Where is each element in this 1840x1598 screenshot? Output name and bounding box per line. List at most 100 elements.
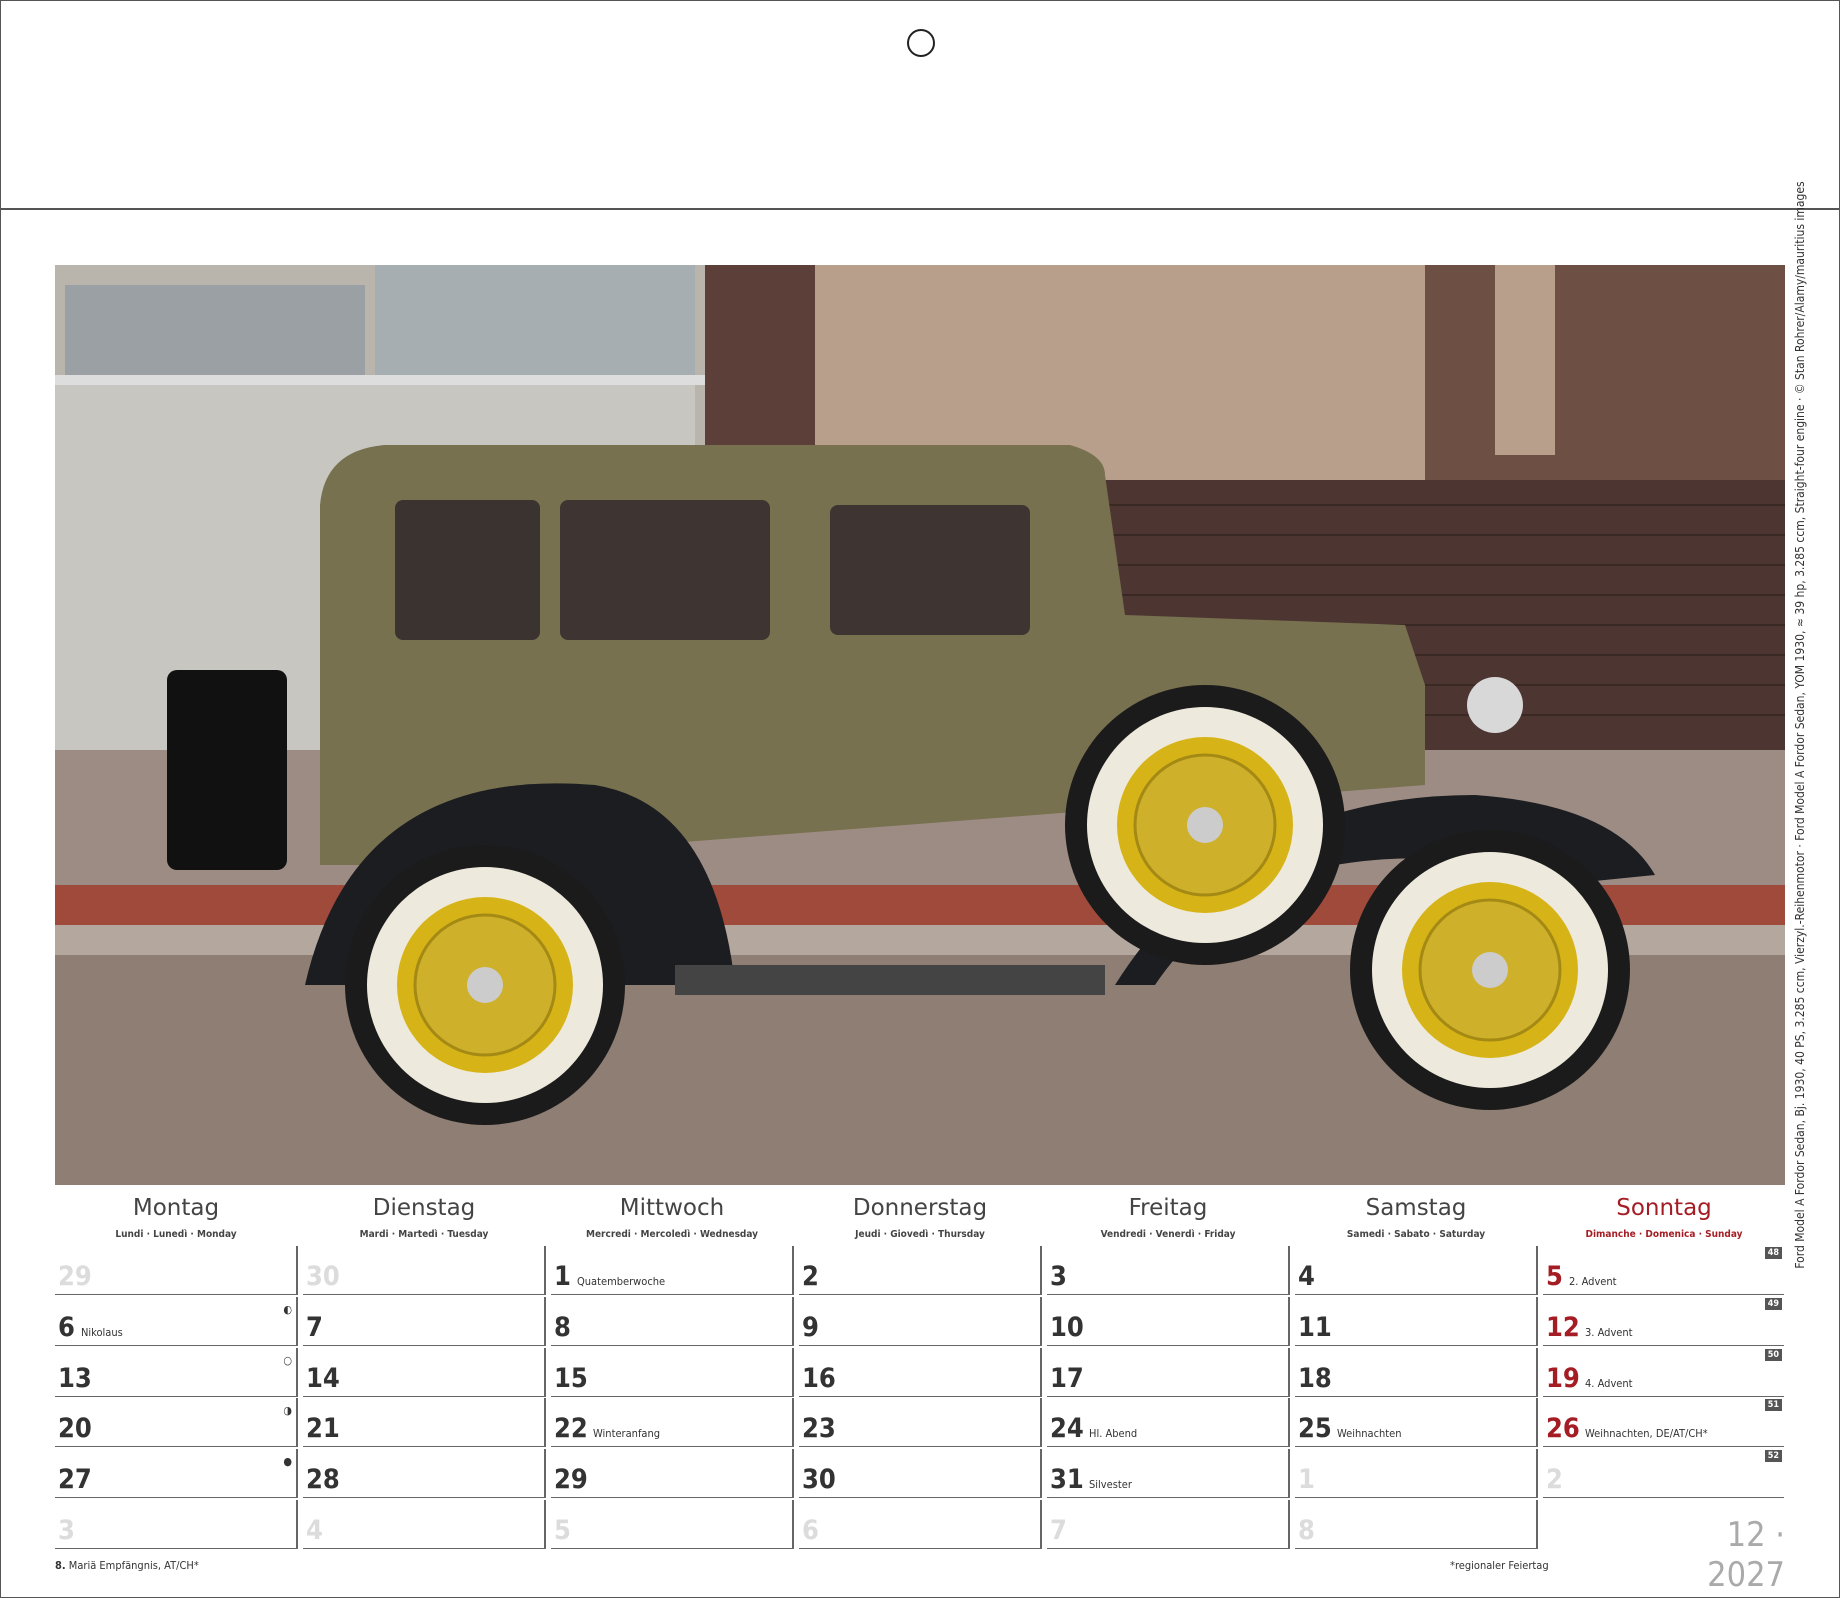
cell-divider <box>296 1297 298 1346</box>
day-cell[interactable]: 4 <box>1295 1246 1536 1295</box>
day-cell[interactable]: 24 Hl. Abend <box>1047 1398 1288 1447</box>
day-cell[interactable]: 29 <box>551 1449 792 1498</box>
weekday-name: Montag <box>132 1195 220 1221</box>
cell-divider <box>1536 1246 1538 1295</box>
day-number: 29 <box>58 1261 92 1292</box>
day-cell[interactable]: 3 <box>1047 1246 1288 1295</box>
day-cell[interactable]: 23 <box>799 1398 1040 1447</box>
day-cell[interactable]: 8 <box>1295 1500 1536 1549</box>
day-cell[interactable]: 26 Weihnachten, DE/AT/CH* 51 <box>1543 1398 1784 1447</box>
day-number: 10 <box>1050 1312 1084 1343</box>
week-number-badge: 52 <box>1764 1450 1782 1462</box>
weekday-name: Sonntag <box>1616 1195 1712 1221</box>
moon-phase-icon: ◑ <box>283 1404 292 1417</box>
cell-divider <box>1040 1246 1042 1295</box>
week-number-badge: 48 <box>1764 1247 1782 1259</box>
day-number: 11 <box>1298 1312 1332 1343</box>
moon-phase-icon: ● <box>283 1455 292 1468</box>
cell-divider <box>544 1246 546 1295</box>
day-number: 1 <box>554 1261 571 1292</box>
month-year: 12 · 2027 <box>1707 1515 1785 1595</box>
day-cell[interactable]: 31 Silvester <box>1047 1449 1288 1498</box>
day-number: 23 <box>802 1413 836 1444</box>
day-cell[interactable]: 17 <box>1047 1348 1288 1397</box>
day-cell[interactable]: 5 2. Advent 48 <box>1543 1246 1784 1295</box>
hanger-strip <box>0 0 1840 210</box>
weekday-header: Freitag Vendredi · Venerdì · Friday <box>1048 1195 1288 1240</box>
day-number: 8 <box>1298 1515 1315 1546</box>
day-cell[interactable]: 12 3. Advent 49 <box>1543 1297 1784 1346</box>
day-cell[interactable]: 16 <box>799 1348 1040 1397</box>
weekday-name: Dienstag <box>372 1195 476 1221</box>
day-cell[interactable]: 28 <box>303 1449 544 1498</box>
day-cell[interactable]: 1 Quatemberwoche <box>551 1246 792 1295</box>
week-number-badge: 49 <box>1764 1298 1782 1310</box>
day-number: 4 <box>1298 1261 1315 1292</box>
week-number-badge: 51 <box>1764 1399 1782 1411</box>
day-cell[interactable]: 20 ◑ <box>55 1398 296 1447</box>
cell-divider <box>1536 1348 1538 1397</box>
day-cell[interactable]: 3 <box>55 1500 296 1549</box>
day-cell[interactable]: 22 Winteranfang <box>551 1398 792 1447</box>
weekday-translations: Mercredi · Mercoledì · Wednesday <box>585 1229 758 1240</box>
day-cell[interactable]: 15 <box>551 1348 792 1397</box>
spare-wheel <box>1065 685 1345 965</box>
weekday-header: Dienstag Mardi · Martedì · Tuesday <box>304 1195 544 1240</box>
day-number: 3 <box>58 1515 75 1546</box>
cell-divider <box>544 1500 546 1549</box>
footnote-left: 8. Mariä Empfängnis, AT/CH* <box>55 1559 199 1572</box>
cell-divider <box>792 1398 794 1447</box>
day-number: 14 <box>306 1363 340 1394</box>
day-number: 22 <box>554 1413 588 1444</box>
day-cell[interactable]: 19 4. Advent 50 <box>1543 1348 1784 1397</box>
day-cell[interactable]: 10 <box>1047 1297 1288 1346</box>
weekday-header: Samstag Samedi · Sabato · Saturday <box>1296 1195 1536 1240</box>
day-number: 12 <box>1546 1312 1580 1343</box>
day-note: Nikolaus <box>81 1326 123 1339</box>
day-number: 19 <box>1546 1363 1580 1394</box>
day-cell[interactable]: 11 <box>1295 1297 1536 1346</box>
cell-divider <box>544 1348 546 1397</box>
weekday-header: Montag Lundi · Lunedì · Monday <box>56 1195 296 1240</box>
weekday-header: Donnerstag Jeudi · Giovedì · Thursday <box>800 1195 1040 1240</box>
day-cell[interactable]: 2 52 <box>1543 1449 1784 1498</box>
day-cell[interactable]: 5 <box>551 1500 792 1549</box>
day-note: 2. Advent <box>1569 1275 1617 1288</box>
day-number: 16 <box>802 1363 836 1394</box>
day-cell[interactable]: 27 ● <box>55 1449 296 1498</box>
day-number: 20 <box>58 1413 92 1444</box>
day-cell[interactable]: 18 <box>1295 1348 1536 1397</box>
day-cell[interactable]: 1 <box>1295 1449 1536 1498</box>
day-cell[interactable]: 6 Nikolaus ◐ <box>55 1297 296 1346</box>
moon-phase-icon: ○ <box>283 1354 292 1367</box>
day-cell[interactable]: 30 <box>799 1449 1040 1498</box>
cell-divider <box>792 1500 794 1549</box>
day-number: 7 <box>1050 1515 1067 1546</box>
day-number: 31 <box>1050 1464 1084 1495</box>
day-cell[interactable]: 30 <box>303 1246 544 1295</box>
day-cell[interactable]: 21 <box>303 1398 544 1447</box>
day-cell[interactable]: 29 <box>55 1246 296 1295</box>
day-number: 5 <box>1546 1261 1563 1292</box>
day-cell[interactable]: 4 <box>303 1500 544 1549</box>
cell-divider <box>544 1398 546 1447</box>
day-cell[interactable]: 7 <box>303 1297 544 1346</box>
front-wheel <box>1350 830 1630 1110</box>
vintage-car-photo <box>55 265 1785 1185</box>
day-number: 28 <box>306 1464 340 1495</box>
day-cell[interactable]: 2 <box>799 1246 1040 1295</box>
day-number: 13 <box>58 1363 92 1394</box>
day-cell[interactable]: 14 <box>303 1348 544 1397</box>
day-cell[interactable]: 6 <box>799 1500 1040 1549</box>
weekday-header: Mittwoch Mercredi · Mercoledì · Wednesday <box>552 1195 792 1240</box>
day-cell[interactable]: 25 Weihnachten <box>1295 1398 1536 1447</box>
weekday-translations: Vendredi · Venerdì · Friday <box>1100 1229 1236 1240</box>
week-number-badge: 50 <box>1764 1349 1782 1361</box>
weekday-translations: Lundi · Lunedì · Monday <box>115 1229 237 1240</box>
day-cell[interactable]: 7 <box>1047 1500 1288 1549</box>
day-cell[interactable]: 13 ○ <box>55 1348 296 1397</box>
day-number: 2 <box>1546 1464 1563 1495</box>
day-cell[interactable]: 8 <box>551 1297 792 1346</box>
day-number: 5 <box>554 1515 571 1546</box>
day-cell[interactable]: 9 <box>799 1297 1040 1346</box>
